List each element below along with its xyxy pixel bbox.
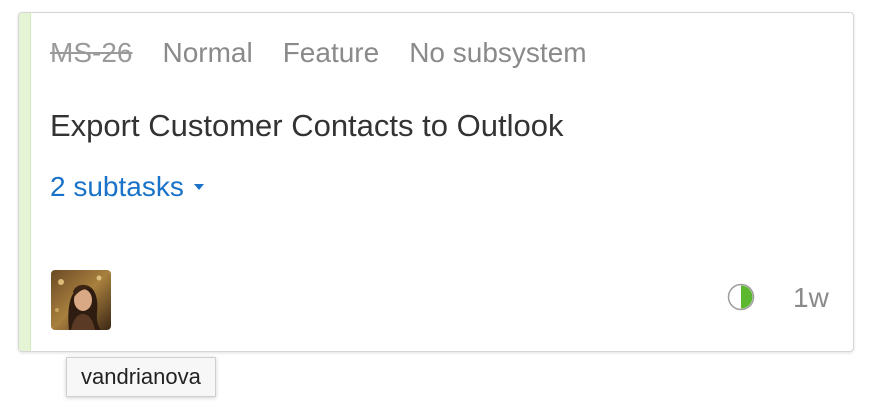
- chevron-down-icon: [193, 184, 204, 190]
- assignee-tooltip: vandrianova: [66, 357, 216, 397]
- issue-id-link[interactable]: MS-26: [50, 37, 132, 69]
- type-field[interactable]: Feature: [283, 37, 380, 69]
- issue-summary[interactable]: Export Customer Contacts to Outlook: [50, 108, 563, 144]
- card-color-stripe: [19, 13, 31, 351]
- issue-meta-row: MS-26 Normal Feature No subsystem: [50, 37, 617, 69]
- assignee-avatar[interactable]: [51, 270, 111, 330]
- priority-field[interactable]: Normal: [162, 37, 252, 69]
- issue-card[interactable]: MS-26 Normal Feature No subsystem Export…: [18, 12, 854, 352]
- avatar-image: [51, 270, 111, 330]
- subtasks-toggle[interactable]: 2 subtasks: [50, 171, 204, 203]
- subtasks-label: 2 subtasks: [50, 171, 184, 202]
- subsystem-field[interactable]: No subsystem: [409, 37, 586, 69]
- progress-pie-icon[interactable]: [726, 282, 756, 312]
- estimate-field[interactable]: 1w: [793, 282, 829, 314]
